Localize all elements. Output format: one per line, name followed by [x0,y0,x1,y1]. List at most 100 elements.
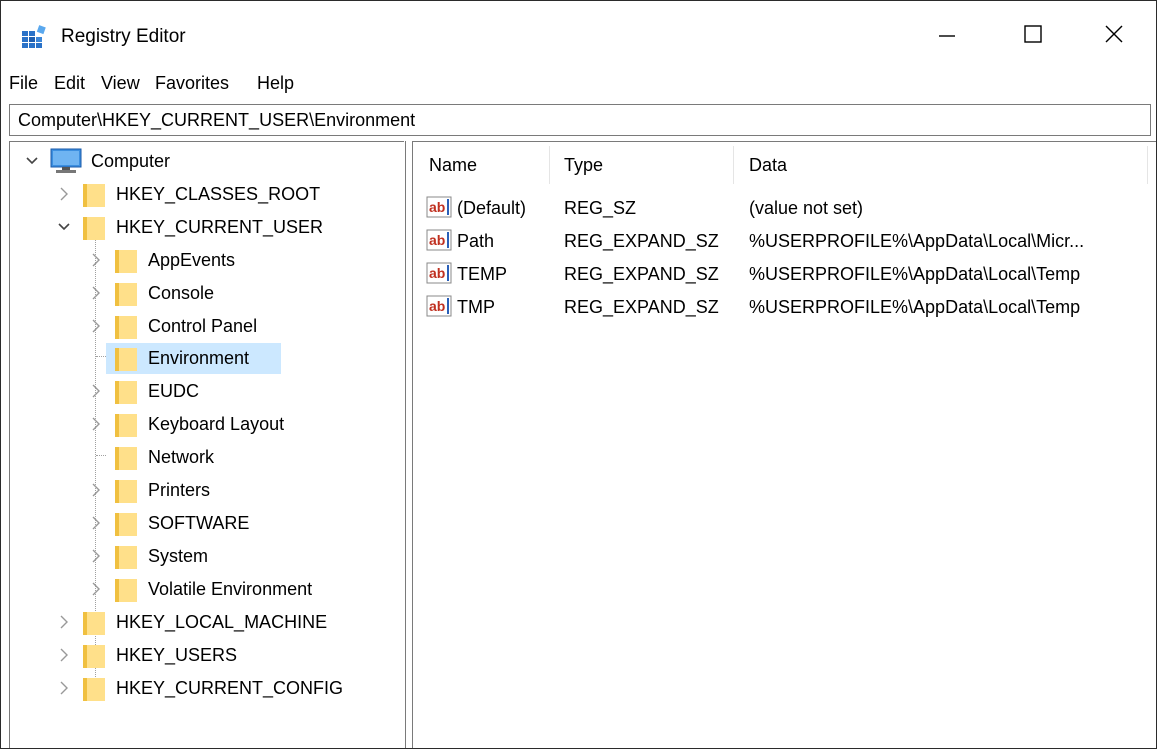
menu-file[interactable]: File [9,71,38,95]
tree-item-label: EUDC [148,381,200,401]
chevron-right-icon[interactable] [56,611,72,633]
tree-item-label: HKEY_CURRENT_USER [116,217,324,237]
folder-icon [114,378,138,405]
menu-view[interactable]: View [101,71,140,95]
tree-item-label: HKEY_USERS [116,645,238,665]
value-row[interactable]: ab Path REG_EXPAND_SZ %USERPROFILE%\AppD… [413,224,1156,257]
tree-item-label: Environment [148,348,250,368]
tree-item-software[interactable]: SOFTWARE [10,508,400,539]
chevron-right-icon[interactable] [88,282,104,304]
column-header-name[interactable]: Name [429,153,477,177]
tree-item-label: Volatile Environment [148,579,313,599]
tree-item-hkey-current-user[interactable]: HKEY_CURRENT_USER [10,212,400,243]
folder-icon [82,642,106,669]
string-value-icon: ab [426,294,452,318]
value-name: (Default) [457,198,527,218]
tree-item-label: Console [148,283,215,303]
minimize-icon [937,24,957,49]
tree-item-computer[interactable]: Computer [10,146,310,177]
close-button[interactable] [1084,15,1144,57]
menu-edit[interactable]: Edit [54,71,85,95]
tree-item-label: HKEY_CLASSES_ROOT [116,184,321,204]
folder-icon [82,214,106,241]
svg-text:ab: ab [429,199,445,215]
tree-item-console[interactable]: Console [10,278,400,309]
title-bar[interactable]: Registry Editor [1,1,1156,67]
tree-item-hkey-classes-root[interactable]: HKEY_CLASSES_ROOT [10,179,400,210]
folder-icon [82,675,106,702]
value-data: %USERPROFILE%\AppData\Local\Micr... [749,231,1085,251]
tree-item-hkey-users[interactable]: HKEY_USERS [10,640,400,671]
svg-text:ab: ab [429,298,445,314]
folder-icon [114,280,138,307]
value-row[interactable]: ab TMP REG_EXPAND_SZ %USERPROFILE%\AppDa… [413,290,1156,323]
string-value-icon: ab [426,261,452,285]
string-value-icon: ab [426,195,452,219]
tree-item-label: AppEvents [148,250,236,270]
tree-item-label: System [148,546,209,566]
menu-help[interactable]: Help [257,71,294,95]
folder-icon [114,576,138,603]
computer-icon [50,148,82,174]
chevron-right-icon[interactable] [56,677,72,699]
tree-item-volatile-environment[interactable]: Volatile Environment [10,574,400,605]
value-row[interactable]: ab TEMP REG_EXPAND_SZ %USERPROFILE%\AppD… [413,257,1156,290]
tree-item-label: Computer [91,151,171,171]
folder-icon [114,543,138,570]
window-title: Registry Editor [61,26,186,47]
chevron-down-icon[interactable] [24,150,40,172]
tree-item-label: Network [148,447,215,467]
tree-item-hkey-local-machine[interactable]: HKEY_LOCAL_MACHINE [10,607,400,638]
value-name: TMP [457,297,495,317]
tree-item-network[interactable]: Network [10,442,400,473]
close-icon [1104,24,1124,49]
tree-item-environment[interactable]: Environment [10,343,400,374]
folder-icon [114,345,138,372]
tree-item-keyboard-layout[interactable]: Keyboard Layout [10,409,400,440]
chevron-right-icon[interactable] [88,479,104,501]
svg-text:ab: ab [429,232,445,248]
tree-item-label: HKEY_LOCAL_MACHINE [116,612,328,632]
value-data: %USERPROFILE%\AppData\Local\Temp [749,264,1081,284]
chevron-down-icon[interactable] [56,216,72,238]
string-value-icon: ab [426,228,452,252]
folder-icon [114,313,138,340]
chevron-right-icon[interactable] [88,249,104,271]
tree-item-hkey-current-config[interactable]: HKEY_CURRENT_CONFIG [10,673,400,704]
address-bar[interactable]: Computer\HKEY_CURRENT_USER\Environment [9,104,1151,136]
value-type: REG_EXPAND_SZ [564,297,719,317]
value-data: %USERPROFILE%\AppData\Local\Temp [749,297,1081,317]
values-list-pane[interactable]: Name Type Data ab (Default) REG_SZ (valu… [413,141,1156,748]
tree-item-printers[interactable]: Printers [10,475,400,506]
column-divider[interactable] [549,146,550,184]
chevron-right-icon[interactable] [88,512,104,534]
column-divider[interactable] [733,146,734,184]
folder-icon [114,510,138,537]
maximize-button[interactable] [1003,15,1063,57]
chevron-right-icon[interactable] [88,413,104,435]
minimize-button[interactable] [917,15,977,57]
tree-item-control-panel[interactable]: Control Panel [10,311,400,342]
chevron-right-icon[interactable] [88,578,104,600]
tree-item-eudc[interactable]: EUDC [10,376,400,407]
chevron-right-icon[interactable] [88,315,104,337]
menu-bar: File Edit View Favorites Help [1,67,1156,99]
chevron-right-icon[interactable] [88,380,104,402]
column-header-data[interactable]: Data [749,153,787,177]
registry-editor-window: Registry Editor File Edit View Favorites… [0,0,1157,749]
chevron-right-icon[interactable] [56,183,72,205]
menu-favorites[interactable]: Favorites [155,71,229,95]
tree-item-system[interactable]: System [10,541,400,572]
key-tree-pane[interactable]: Computer HKEY_CLASSES_ROOT HKEY_CURRENT_… [9,141,404,748]
value-type: REG_EXPAND_SZ [564,264,719,284]
chevron-right-icon[interactable] [88,545,104,567]
folder-icon [114,444,138,471]
folder-icon [82,609,106,636]
tree-item-label: Printers [148,480,211,500]
tree-item-appevents[interactable]: AppEvents [10,245,400,276]
column-divider[interactable] [1147,146,1148,184]
column-header-type[interactable]: Type [564,153,603,177]
chevron-right-icon[interactable] [56,644,72,666]
value-row[interactable]: ab (Default) REG_SZ (value not set) [413,191,1156,224]
tree-item-label: Keyboard Layout [148,414,285,434]
